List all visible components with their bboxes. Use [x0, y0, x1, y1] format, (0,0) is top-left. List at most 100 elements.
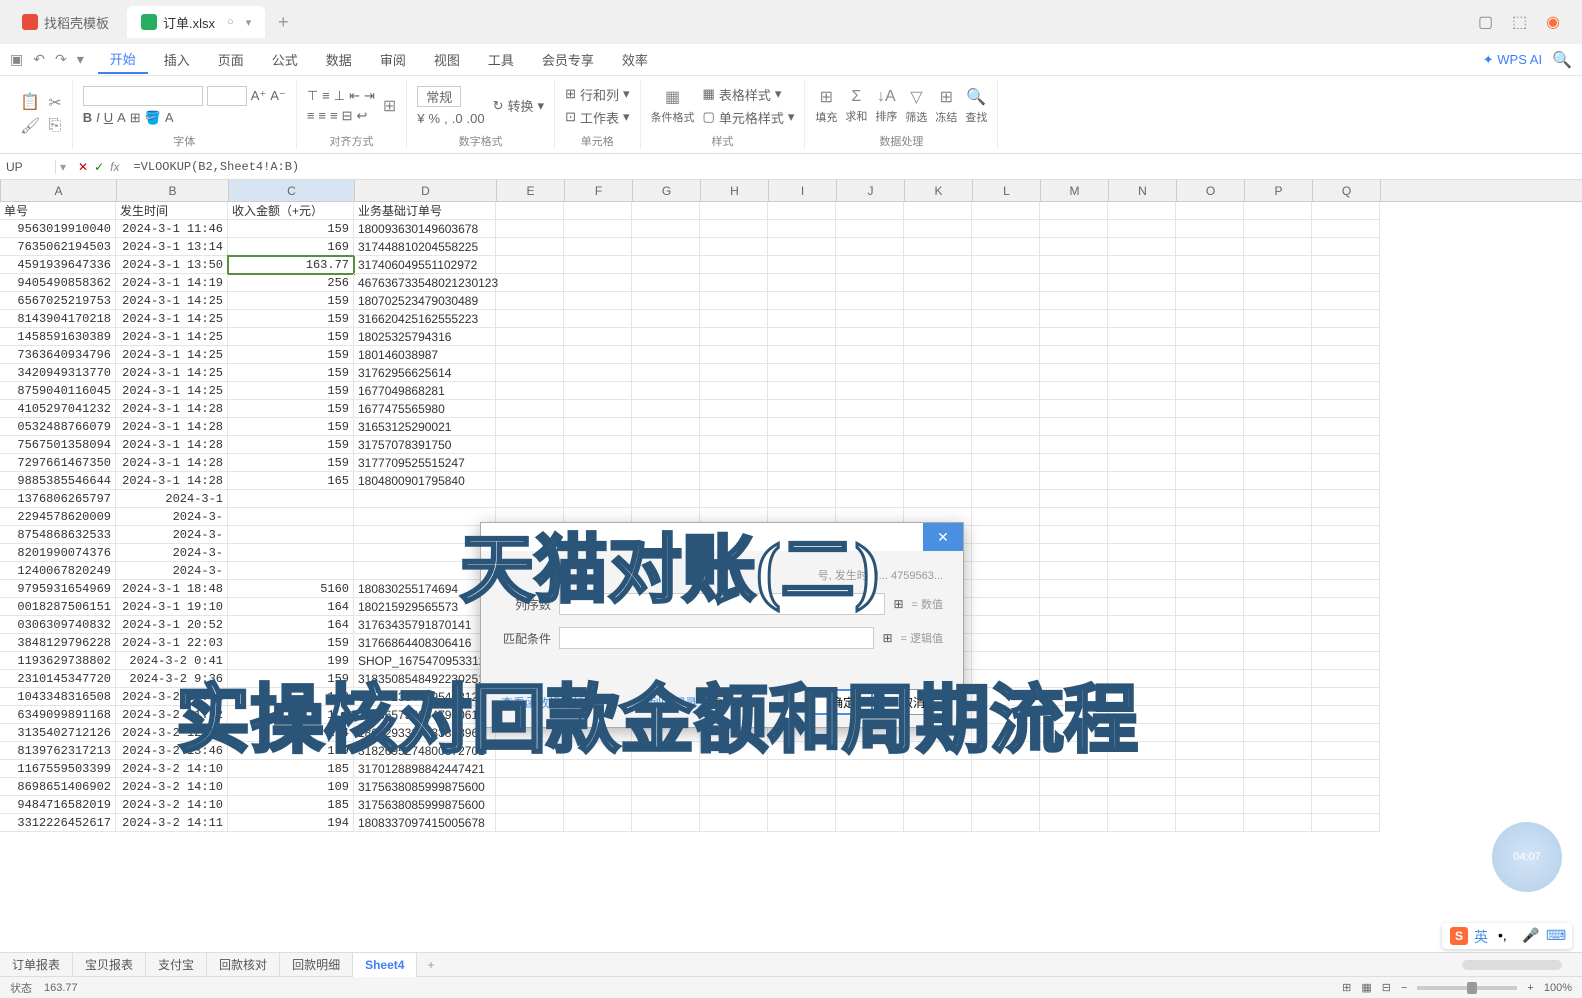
- data-cell[interactable]: 159: [228, 634, 354, 652]
- data-cell[interactable]: 2024-3-1 14:28: [116, 400, 228, 418]
- ribbon-tab-formula[interactable]: 公式: [260, 46, 310, 73]
- col-header-J[interactable]: J: [837, 180, 905, 201]
- data-cell[interactable]: [228, 562, 354, 580]
- data-cell[interactable]: 2024-3-1 14:19: [116, 274, 228, 292]
- font-color-icon[interactable]: A: [165, 110, 174, 125]
- data-cell[interactable]: 2024-3-: [116, 526, 228, 544]
- horizontal-scrollbar[interactable]: [1462, 960, 1562, 970]
- sheet-tab[interactable]: 订单报表: [0, 953, 73, 977]
- header-cell[interactable]: 发生时间: [116, 202, 228, 220]
- data-cell[interactable]: 3420949313770: [0, 364, 116, 382]
- data-cell[interactable]: [228, 544, 354, 562]
- freeze-button[interactable]: ⊞冻结: [935, 87, 957, 125]
- data-cell[interactable]: 6567025219753: [0, 292, 116, 310]
- view-page-icon[interactable]: ▦: [1361, 981, 1371, 994]
- data-cell[interactable]: 2024-3-1 14:28: [116, 454, 228, 472]
- dec-inc-icon[interactable]: .0: [452, 111, 463, 126]
- data-cell[interactable]: 2024-3-1 14:25: [116, 364, 228, 382]
- data-cell[interactable]: 2024-3-1 11:46: [116, 220, 228, 238]
- fx-icon[interactable]: fx: [110, 160, 119, 174]
- data-cell[interactable]: 2310145347720: [0, 670, 116, 688]
- qat-more-icon[interactable]: ▾: [77, 51, 84, 68]
- range-picker-icon[interactable]: ⊞: [882, 631, 892, 645]
- data-cell[interactable]: 164: [228, 598, 354, 616]
- data-cell[interactable]: 9795931654969: [0, 580, 116, 598]
- data-cell[interactable]: 2024-3-1 14:25: [116, 382, 228, 400]
- name-box[interactable]: UP: [0, 160, 56, 174]
- col-header-F[interactable]: F: [565, 180, 633, 201]
- worksheet-dropdown[interactable]: 工作表: [580, 108, 619, 127]
- comma-icon[interactable]: ,: [444, 111, 448, 126]
- data-cell[interactable]: 3175638085999875600: [354, 778, 496, 796]
- filter-button[interactable]: ▽筛选: [905, 87, 927, 125]
- col-header-O[interactable]: O: [1177, 180, 1245, 201]
- save-icon[interactable]: ▣: [10, 51, 23, 68]
- data-cell[interactable]: 1458591630389: [0, 328, 116, 346]
- data-cell[interactable]: 0018287506151: [0, 598, 116, 616]
- data-cell[interactable]: 31763435791870141: [354, 616, 496, 634]
- data-cell[interactable]: 9563019910040: [0, 220, 116, 238]
- data-cell[interactable]: 2294578620009: [0, 508, 116, 526]
- data-cell[interactable]: 316620425162555223: [354, 310, 496, 328]
- add-sheet-button[interactable]: +: [417, 958, 444, 972]
- align-bottom-icon[interactable]: ⊥: [334, 88, 345, 104]
- data-cell[interactable]: 31653125290021: [354, 418, 496, 436]
- percent-icon[interactable]: %: [429, 111, 441, 126]
- data-cell[interactable]: 1804800901795840: [354, 472, 496, 490]
- data-cell[interactable]: 159: [228, 220, 354, 238]
- col-header-Q[interactable]: Q: [1313, 180, 1381, 201]
- data-cell[interactable]: 2024-3-1 20:52: [116, 616, 228, 634]
- data-cell[interactable]: 8201990074376: [0, 544, 116, 562]
- data-cell[interactable]: 31762956625614: [354, 364, 496, 382]
- data-cell[interactable]: 1808337097415005678: [354, 814, 496, 832]
- data-cell[interactable]: 2024-3-1: [116, 490, 228, 508]
- header-cell[interactable]: 收入金额（+元）: [228, 202, 354, 220]
- col-header-M[interactable]: M: [1041, 180, 1109, 201]
- col-header-A[interactable]: A: [1, 180, 117, 201]
- data-cell[interactable]: 4591939647336: [0, 256, 116, 274]
- data-cell[interactable]: 1240067820249: [0, 562, 116, 580]
- cut-icon[interactable]: ✂: [48, 93, 61, 113]
- data-cell[interactable]: 8759040116045: [0, 382, 116, 400]
- formula-input[interactable]: =VLOOKUP(B2,Sheet4!A:B): [128, 160, 1582, 174]
- data-cell[interactable]: 317406049551102972: [354, 256, 496, 274]
- data-cell[interactable]: 4105297041232: [0, 400, 116, 418]
- data-cell[interactable]: 2024-3-1 14:25: [116, 346, 228, 364]
- data-cell[interactable]: 31757078391750: [354, 436, 496, 454]
- data-cell[interactable]: 194: [228, 814, 354, 832]
- data-cell[interactable]: 2024-3-2 14:10: [116, 778, 228, 796]
- redo-icon[interactable]: ↷: [55, 51, 67, 68]
- sum-button[interactable]: Σ求和: [845, 88, 867, 124]
- data-cell[interactable]: 2024-3-1 14:28: [116, 418, 228, 436]
- data-cell[interactable]: 165: [228, 472, 354, 490]
- col-header-P[interactable]: P: [1245, 180, 1313, 201]
- data-cell[interactable]: 2024-3-1 14:25: [116, 292, 228, 310]
- data-cell[interactable]: 2024-3-1 14:25: [116, 328, 228, 346]
- indent-inc-icon[interactable]: ⇥: [364, 88, 375, 104]
- dialog-close-button[interactable]: ✕: [923, 523, 963, 551]
- data-cell[interactable]: 1677475565980: [354, 400, 496, 418]
- merge-icon[interactable]: ⊟: [342, 108, 353, 124]
- data-cell[interactable]: 3312226452617: [0, 814, 116, 832]
- data-cell[interactable]: 8754868632533: [0, 526, 116, 544]
- range-picker-icon[interactable]: ⊞: [893, 597, 903, 611]
- italic-icon[interactable]: I: [96, 110, 100, 125]
- find-button[interactable]: 🔍查找: [965, 87, 987, 125]
- sheet-tab[interactable]: 回款明细: [280, 953, 353, 977]
- col-header-H[interactable]: H: [701, 180, 769, 201]
- zoom-in-icon[interactable]: +: [1527, 982, 1533, 994]
- data-cell[interactable]: 2024-3-: [116, 508, 228, 526]
- rowcol-dropdown[interactable]: 行和列: [580, 85, 619, 104]
- data-cell[interactable]: 159: [228, 436, 354, 454]
- data-cell[interactable]: 159: [228, 292, 354, 310]
- name-box-dropdown-icon[interactable]: ▾: [56, 160, 70, 174]
- col-header-N[interactable]: N: [1109, 180, 1177, 201]
- data-cell[interactable]: 180093630149603678: [354, 220, 496, 238]
- ribbon-tab-start[interactable]: 开始: [98, 45, 148, 74]
- sheet-tab[interactable]: 宝贝报表: [73, 953, 146, 977]
- sheet-tab[interactable]: 回款核对: [207, 953, 280, 977]
- tab-close-icon[interactable]: ○: [227, 16, 234, 28]
- data-cell[interactable]: 1677049868281: [354, 382, 496, 400]
- data-cell[interactable]: 0532488766079: [0, 418, 116, 436]
- ime-sogou-icon[interactable]: S: [1450, 927, 1468, 945]
